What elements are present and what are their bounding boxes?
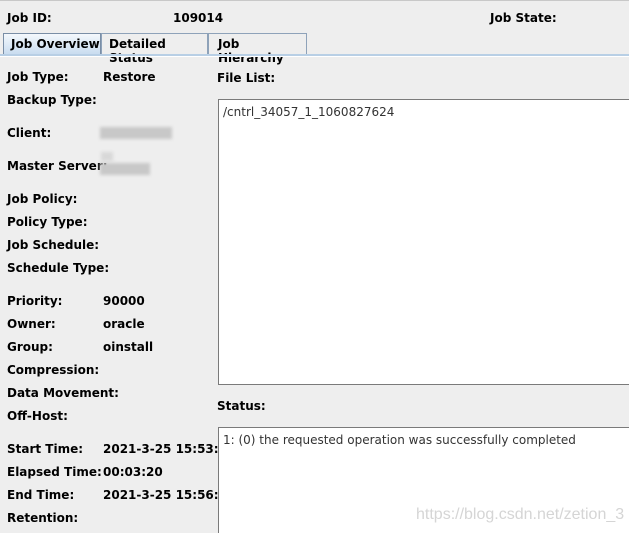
elapsed-time-label: Elapsed Time: [7,465,102,479]
group-label: Group: [7,340,53,354]
client-label: Client: [7,126,52,140]
job-type-value: Restore [103,70,156,84]
status-text: 1: (0) the requested operation was succe… [223,433,576,447]
end-time-value: 2021-3-25 15:56:24 [103,488,236,502]
job-type-label: Job Type: [7,70,69,84]
priority-value: 90000 [103,294,145,308]
file-list-label: File List: [217,71,276,85]
job-schedule-label: Job Schedule: [7,238,100,252]
group-value: oinstall [103,340,154,354]
tab-detailed-status[interactable]: Detailed Status [101,33,208,65]
owner-value: oracle [103,317,145,331]
tab-strip-highlight [0,56,629,57]
owner-label: Owner: [7,317,56,331]
backup-type-label: Backup Type: [7,93,97,107]
top-border [0,0,629,1]
data-movement-label: Data Movement: [7,386,119,400]
file-list-box[interactable]: /cntrl_34057_1_1060827624 [218,99,629,385]
master-server-label: Master Server: [7,159,108,173]
tab-job-overview-label: Job Overview [11,37,100,51]
elapsed-time-value: 00:03:20 [103,465,163,479]
tab-job-hierarchy[interactable]: Job Hierarchy [208,33,307,65]
start-time-value: 2021-3-25 15:53:04 [103,442,236,456]
job-id-label: Job ID: [7,11,52,25]
file-list-item[interactable]: /cntrl_34057_1_1060827624 [223,105,629,119]
policy-type-label: Policy Type: [7,215,88,229]
master-server-value-redacted [100,163,150,175]
compression-label: Compression: [7,363,100,377]
tab-job-hierarchy-label: Job Hierarchy [218,37,284,65]
job-policy-label: Job Policy: [7,192,78,206]
job-id-value: 109014 [173,11,224,25]
schedule-type-label: Schedule Type: [7,261,110,275]
off-host-label: Off-Host: [7,409,68,423]
retention-label: Retention: [7,511,79,525]
status-label: Status: [217,399,266,413]
job-state-label: Job State: [490,11,557,25]
priority-label: Priority: [7,294,63,308]
watermark-text: https://blog.csdn.net/zetion_3 [416,506,625,523]
master-server-value-redacted-top [101,152,113,161]
tab-detailed-status-label: Detailed Status [109,37,166,65]
start-time-label: Start Time: [7,442,84,456]
client-value-redacted [100,127,172,139]
end-time-label: End Time: [7,488,75,502]
tab-job-overview[interactable]: Job Overview [3,33,101,55]
